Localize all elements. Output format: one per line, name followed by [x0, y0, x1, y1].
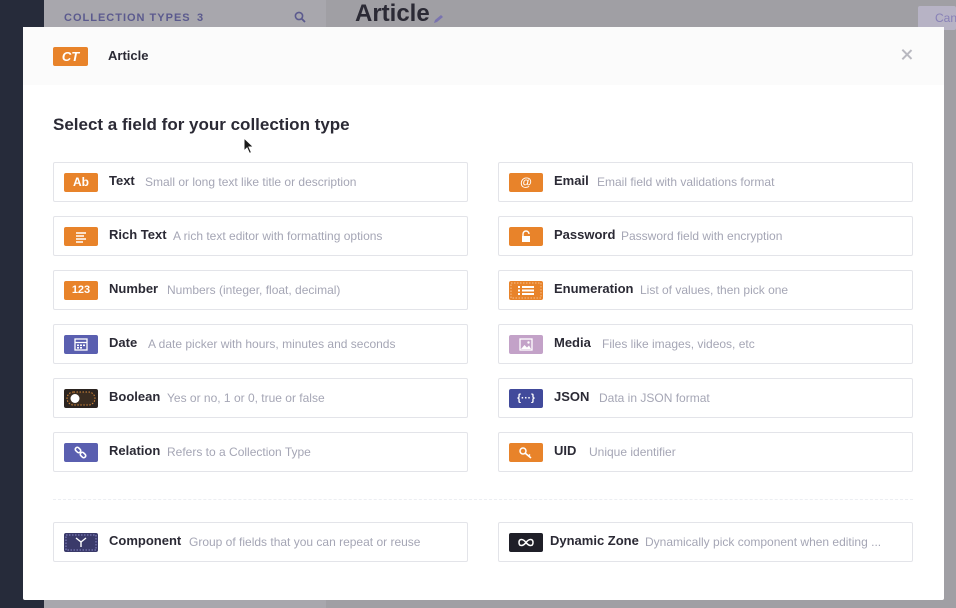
field-description: Group of fields that you can repeat or r… — [189, 535, 421, 549]
divider — [53, 499, 913, 500]
section-title: Select a field for your collection type — [53, 115, 350, 134]
search-icon[interactable] — [294, 11, 306, 23]
field-label: Password — [554, 227, 616, 242]
field-option-email[interactable]: @ Email Email field with validations for… — [498, 162, 913, 202]
field-label: Email — [554, 173, 589, 188]
image-icon — [509, 335, 543, 354]
field-label: Media — [554, 335, 591, 350]
infinity-icon — [509, 533, 543, 552]
pencil-icon[interactable] — [433, 14, 445, 24]
field-option-password[interactable]: Password Password field with encryption — [498, 216, 913, 256]
calendar-icon — [64, 335, 98, 354]
field-description: Refers to a Collection Type — [167, 445, 311, 459]
field-option-json[interactable]: {···} JSON Data in JSON format — [498, 378, 913, 418]
field-description: Password field with encryption — [621, 229, 783, 243]
field-option-relation[interactable]: Relation Refers to a Collection Type — [53, 432, 468, 472]
field-picker-modal: CT Article Select a field for your colle… — [23, 27, 944, 600]
field-description: A rich text editor with formatting optio… — [173, 229, 383, 243]
at-icon: @ — [509, 173, 543, 192]
field-label: Relation — [109, 443, 161, 458]
field-option-component[interactable]: Component Group of fields that you can r… — [53, 522, 468, 562]
field-option-rich-text[interactable]: Rich Text A rich text editor with format… — [53, 216, 468, 256]
field-option-uid[interactable]: UID Unique identifier — [498, 432, 913, 472]
toggle-icon — [64, 389, 98, 408]
field-label: Dynamic Zone — [550, 533, 639, 548]
sidebar-heading: COLLECTION TYPES — [64, 12, 191, 24]
field-description: Files like images, videos, etc — [602, 337, 755, 351]
field-option-boolean[interactable]: Boolean Yes or no, 1 or 0, true or false — [53, 378, 468, 418]
field-label: Boolean — [109, 389, 161, 404]
close-icon[interactable] — [899, 47, 915, 63]
field-description: Unique identifier — [589, 445, 676, 459]
modal-header: CT Article — [23, 27, 944, 85]
field-description: Yes or no, 1 or 0, true or false — [167, 391, 325, 405]
field-description: Data in JSON format — [599, 391, 710, 405]
link-icon — [64, 443, 98, 462]
field-description: A date picker with hours, minutes and se… — [148, 337, 396, 351]
field-label: Number — [109, 281, 159, 296]
sidebar-count: 3 — [197, 12, 204, 24]
field-label: Date — [109, 335, 138, 350]
page-title: Article — [355, 0, 430, 27]
field-description: Small or long text like title or descrip… — [145, 175, 357, 189]
modal-title: Article — [108, 48, 149, 63]
field-label: Rich Text — [109, 227, 167, 242]
key-icon — [509, 443, 543, 462]
text-icon: Ab — [64, 173, 98, 192]
mouse-cursor-icon — [243, 137, 255, 155]
field-option-media[interactable]: Media Files like images, videos, etc — [498, 324, 913, 364]
lock-icon — [509, 227, 543, 246]
field-option-enumeration[interactable]: Enumeration List of values, then pick on… — [498, 270, 913, 310]
field-description: List of values, then pick one — [640, 283, 789, 297]
json-icon: {···} — [509, 389, 543, 408]
field-label: Text — [109, 173, 135, 188]
field-label: Enumeration — [554, 281, 634, 296]
align-left-icon — [64, 227, 98, 246]
collection-type-badge: CT — [53, 47, 88, 66]
field-option-text[interactable]: Ab Text Small or long text like title or… — [53, 162, 468, 202]
field-label: UID — [554, 443, 577, 458]
number-icon: 123 — [64, 281, 98, 300]
field-description: Email field with validations format — [597, 175, 775, 189]
field-label: Component — [109, 533, 182, 548]
field-description: Numbers (integer, float, decimal) — [167, 283, 341, 297]
field-label: JSON — [554, 389, 590, 404]
component-icon — [64, 533, 98, 552]
field-option-number[interactable]: 123 Number Numbers (integer, float, deci… — [53, 270, 468, 310]
field-description: Dynamically pick component when editing … — [645, 535, 882, 549]
field-option-date[interactable]: Date A date picker with hours, minutes a… — [53, 324, 468, 364]
field-option-dynamic-zone[interactable]: Dynamic Zone Dynamically pick component … — [498, 522, 913, 562]
list-icon — [509, 281, 543, 300]
